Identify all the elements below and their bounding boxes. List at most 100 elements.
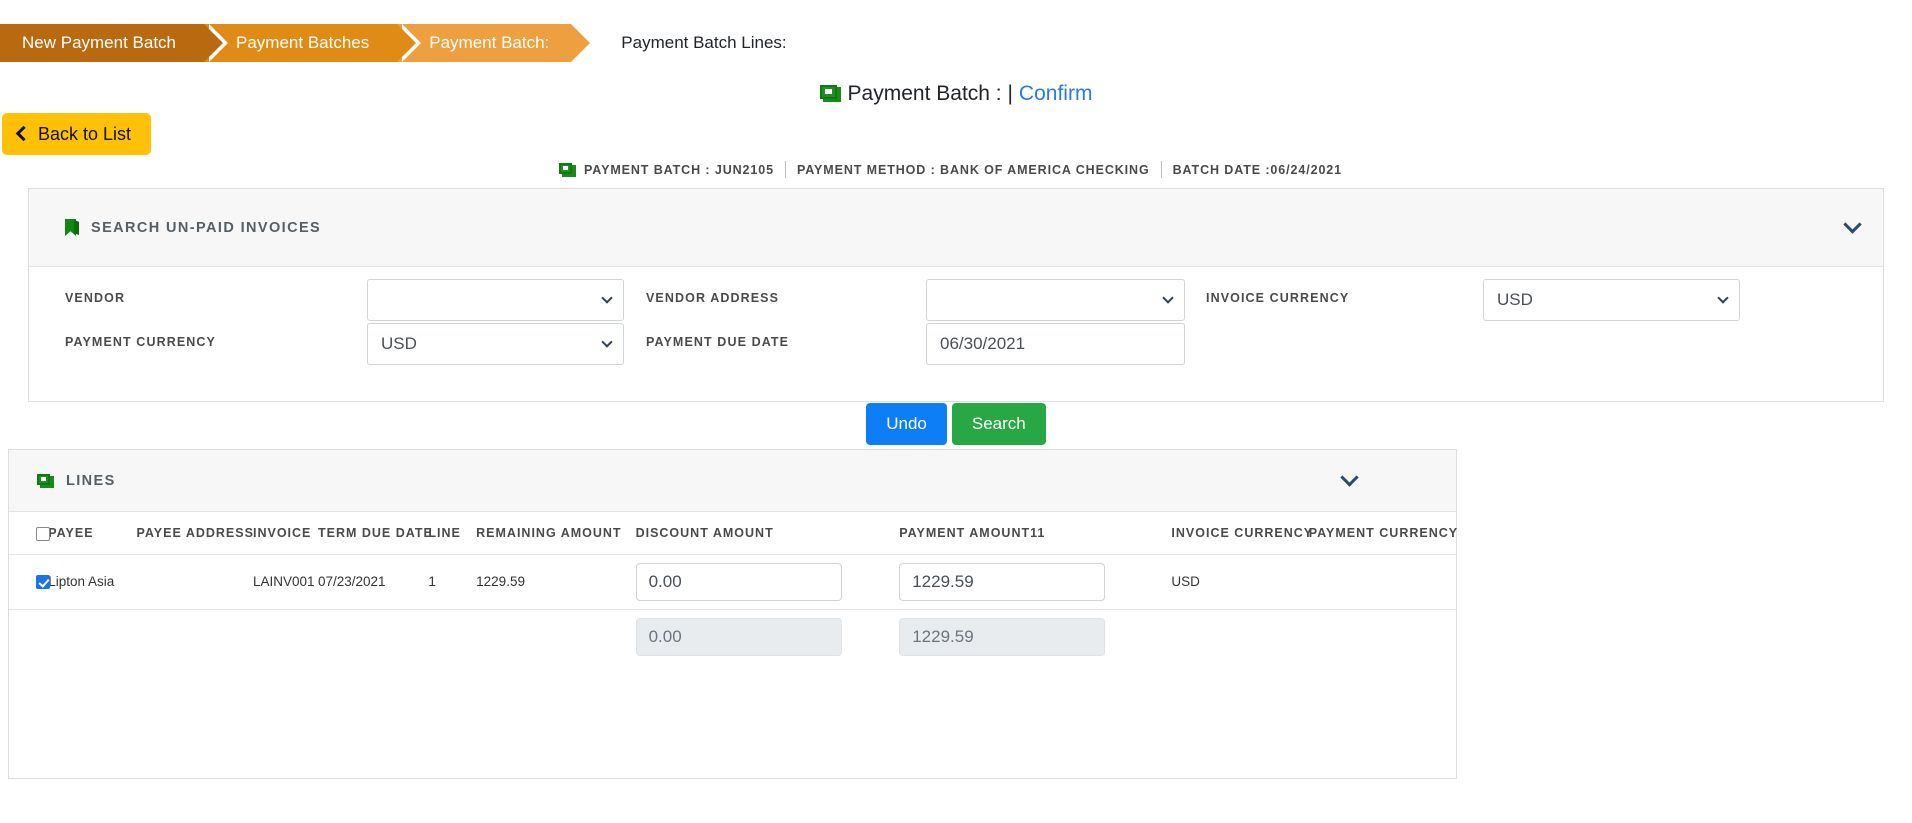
- chevron-down-icon: [1162, 292, 1174, 304]
- col-payee: PAYEE: [48, 512, 137, 555]
- payment-due-date-input[interactable]: 06/30/2021: [926, 323, 1185, 365]
- vendor-label: VENDOR: [65, 291, 126, 305]
- cell-invoice: LAINV001: [253, 554, 318, 610]
- chevron-down-icon[interactable]: [1340, 467, 1359, 487]
- lines-table-head: PAYEE PAYEE ADDRESS INVOICE TERM DUE DAT…: [9, 512, 1457, 555]
- invoice-currency-select-value: USD: [1497, 290, 1533, 309]
- payment-currency-label: PAYMENT CURRENCY: [65, 335, 216, 349]
- totals-row: [9, 609, 1456, 664]
- payment-batch-lines-page: New Payment Batch Payment Batches Paymen…: [0, 0, 1912, 823]
- lines-panel-title: LINES: [37, 473, 116, 489]
- breadcrumb-label: New Payment Batch: [22, 33, 177, 52]
- select-all-checkbox[interactable]: [36, 526, 50, 541]
- col-payee-address: PAYEE ADDRESS: [136, 512, 253, 555]
- vendor-address-select[interactable]: [926, 279, 1185, 321]
- totals-spacer-9: [1309, 609, 1456, 664]
- page-title: Payment Batch : | Confirm: [0, 82, 1912, 106]
- discount-amount-input[interactable]: [635, 562, 842, 601]
- col-invoice-currency: INVOICE CURRENCY: [1171, 512, 1312, 555]
- confirm-link[interactable]: Confirm: [1019, 82, 1093, 106]
- cell-line: 1: [428, 554, 477, 610]
- payment-amount-input[interactable]: [899, 562, 1106, 601]
- cell-payee-address: [136, 554, 253, 610]
- cell-total-payment-amount: [899, 609, 1171, 664]
- invoice-currency-select[interactable]: USD: [1483, 279, 1740, 321]
- totals-spacer-3: [137, 609, 253, 664]
- lines-table: PAYEE PAYEE ADDRESS INVOICE TERM DUE DAT…: [9, 512, 1457, 664]
- totals-spacer-5: [318, 609, 428, 664]
- vendor-select[interactable]: [367, 279, 624, 321]
- totals-spacer-4: [253, 609, 318, 664]
- cell-remaining-amount: 1229.59: [476, 554, 636, 610]
- row-select-checkbox[interactable]: [36, 575, 50, 590]
- search-panel-title-text: SEARCH UN-PAID INVOICES: [91, 219, 322, 236]
- chevron-down-icon: [601, 292, 613, 304]
- chevron-down-icon: [1717, 292, 1729, 304]
- total-payment-amount-input: [899, 617, 1106, 656]
- payment-due-date-value: 06/30/2021: [940, 334, 1026, 353]
- undo-button[interactable]: Undo: [866, 403, 947, 445]
- bookmark-icon: [65, 219, 79, 236]
- search-panel-title: SEARCH UN-PAID INVOICES: [65, 219, 321, 236]
- back-to-list-button[interactable]: Back to List: [2, 113, 152, 155]
- back-to-list-label: Back to List: [38, 123, 132, 144]
- cell-payment-amount: [899, 554, 1172, 610]
- lines-panel: LINES PAYEE PAYEE ADDRESS INVOICE TERM D…: [8, 449, 1457, 779]
- monitor-icon: [559, 162, 576, 177]
- lines-panel-header: LINES: [9, 450, 1456, 512]
- payment-due-date-label: PAYMENT DUE DATE: [646, 335, 790, 349]
- cell-payee: Lipton Asia: [48, 554, 137, 610]
- totals-spacer-2: [48, 609, 136, 664]
- search-unpaid-invoices-panel: SEARCH UN-PAID INVOICES VENDOR PAYMENT C…: [28, 188, 1884, 402]
- breadcrumb: New Payment Batch Payment Batches Paymen…: [0, 24, 787, 62]
- breadcrumb-arrow: [397, 24, 417, 62]
- search-actions: Undo Search: [0, 403, 1912, 445]
- table-header-row: PAYEE PAYEE ADDRESS INVOICE TERM DUE DAT…: [9, 512, 1457, 555]
- col-invoice: INVOICE: [253, 512, 318, 555]
- cell-term-due-date: 07/23/2021: [317, 554, 429, 610]
- total-discount-amount-input: [635, 617, 842, 656]
- monitor-icon: [819, 85, 842, 103]
- totals-spacer-6: [428, 609, 476, 664]
- meta-payment-method: PAYMENT METHOD : BANK OF AMERICA CHECKIN…: [796, 162, 1150, 177]
- breadcrumb-current-page: Payment Batch Lines:: [621, 33, 787, 52]
- col-payment-currency: PAYMENT CURRENCY: [1308, 512, 1457, 555]
- lines-panel-title-text: LINES: [66, 472, 116, 489]
- breadcrumb-arrow: [571, 24, 591, 62]
- breadcrumb-item-payment-batch[interactable]: Payment Batch:: [397, 24, 596, 62]
- cell-payment-currency: [1308, 554, 1456, 610]
- totals-spacer-7: [476, 609, 635, 664]
- cell-discount-amount: [635, 554, 900, 610]
- col-discount-amount: DISCOUNT AMOUNT: [635, 512, 900, 555]
- breadcrumb-item-new-payment-batch[interactable]: New Payment Batch: [0, 24, 229, 62]
- payment-currency-select[interactable]: USD: [367, 323, 624, 365]
- lines-table-body: Lipton Asia LAINV001 07/23/2021 1 1229.5…: [9, 554, 1456, 664]
- batch-meta-bar: PAYMENT BATCH : JUN2105 PAYMENT METHOD :…: [0, 161, 1912, 178]
- chevron-left-icon: [15, 125, 32, 142]
- breadcrumb-arrow: [204, 24, 224, 62]
- select-all-header: [9, 512, 50, 555]
- invoice-currency-label: INVOICE CURRENCY: [1206, 291, 1350, 305]
- search-panel-header: SEARCH UN-PAID INVOICES: [29, 189, 1883, 267]
- breadcrumb-label: Payment Batches: [236, 33, 370, 52]
- monitor-icon: [37, 473, 54, 488]
- breadcrumb-label: Payment Batch:: [429, 33, 550, 52]
- cell-total-discount-amount: [635, 609, 900, 664]
- row-select-cell: [9, 554, 50, 610]
- totals-spacer-8: [1171, 609, 1308, 664]
- search-form: VENDOR PAYMENT CURRENCY USD VENDOR ADDRE…: [29, 267, 1883, 403]
- chevron-down-icon[interactable]: [1843, 214, 1862, 234]
- table-row: Lipton Asia LAINV001 07/23/2021 1 1229.5…: [9, 554, 1456, 610]
- breadcrumb-item-payment-batches[interactable]: Payment Batches: [204, 24, 422, 62]
- cell-invoice-currency: USD: [1171, 554, 1309, 610]
- meta-payment-batch: PAYMENT BATCH : JUN2105: [584, 162, 774, 177]
- totals-spacer-1: [9, 609, 48, 664]
- vendor-address-label: VENDOR ADDRESS: [646, 291, 780, 305]
- col-line: LINE: [428, 512, 477, 555]
- payment-currency-select-value: USD: [381, 334, 417, 353]
- col-remaining-amount: REMAINING AMOUNT: [476, 512, 636, 555]
- search-button[interactable]: Search: [951, 403, 1046, 445]
- chevron-down-icon: [601, 336, 613, 348]
- page-title-text: Payment Batch : |: [847, 82, 1013, 105]
- meta-batch-date: BATCH DATE :06/24/2021: [1172, 162, 1342, 177]
